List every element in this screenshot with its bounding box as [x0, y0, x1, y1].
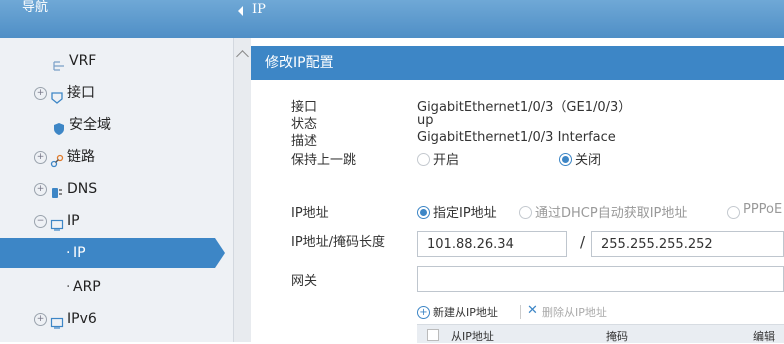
ip-static-radio[interactable] — [417, 206, 430, 219]
ip-pppoe-label: PPPoE — [743, 202, 783, 217]
sidebar-title: 导航 — [22, 0, 49, 15]
expand-icon[interactable]: + — [34, 87, 47, 100]
active-indicator — [215, 238, 225, 268]
gateway-input[interactable] — [417, 266, 784, 292]
add-icon[interactable]: + — [417, 306, 430, 319]
mask-separator: / — [580, 233, 586, 251]
sidebar-item-label: VRF — [69, 53, 97, 69]
collapse-sidebar-icon[interactable] — [238, 6, 243, 16]
sidebar-item-label: 链路 — [67, 149, 95, 165]
ip-dhcp-label: 通过DHCP自动获取IP地址 — [535, 206, 688, 221]
keep-on-radio[interactable] — [417, 153, 430, 166]
keep-on-label: 开启 — [433, 153, 460, 168]
delete-secondary-ip-button[interactable]: 删除从IP地址 — [542, 304, 607, 320]
vrf-icon — [52, 54, 66, 71]
sidebar-item-arp[interactable]: · ARP — [0, 272, 215, 302]
ip-static-label: 指定IP地址 — [433, 206, 497, 221]
ip-address-label: IP地址 — [291, 206, 329, 221]
description-value: GigabitEthernet1/0/3 Interface — [417, 130, 616, 145]
sidebar-item-label: IP — [67, 213, 80, 229]
sidebar-item-bullet: · — [66, 279, 71, 295]
add-secondary-ip-button[interactable]: 新建从IP地址 — [433, 304, 498, 320]
dns-icon — [50, 181, 64, 198]
sidebar-item-label: DNS — [67, 181, 98, 197]
sidebar-item-ip[interactable]: · IP — [0, 238, 225, 268]
delete-icon[interactable]: ✕ — [527, 303, 538, 318]
mask-input[interactable]: 255.255.255.252 — [591, 231, 784, 257]
dialog-body: 接口 GigabitEthernet1/0/3（GE1/0/3） 状态 up 描… — [251, 80, 784, 343]
gateway-label: 网关 — [291, 274, 318, 289]
description-label: 描述 — [291, 134, 318, 149]
dialog-header: 修改IP配置 — [251, 46, 784, 80]
sidebar-item-dns[interactable]: + DNS — [0, 174, 215, 204]
sidebar-item-link[interactable]: + 链路 — [0, 142, 215, 172]
select-all-checkbox[interactable] — [427, 329, 439, 341]
keep-off-label: 关闭 — [575, 153, 602, 168]
sidebar-item-label: IPv6 — [67, 311, 97, 327]
ipv6-icon — [50, 311, 64, 329]
expand-icon[interactable]: + — [34, 151, 47, 164]
ip-icon — [50, 213, 64, 231]
secondary-ip-table-header: 从IP地址 掩码 编辑 — [417, 324, 784, 343]
shield-icon — [52, 117, 66, 135]
sidebar-item-ipv6[interactable]: + IPv6 — [0, 304, 215, 334]
sidebar-item-label: IP — [73, 245, 86, 261]
page-title: IP — [252, 2, 266, 17]
status-value: up — [417, 113, 434, 128]
sidebar-item-label: ARP — [73, 279, 101, 295]
ip-pppoe-radio[interactable] — [727, 206, 740, 219]
dialog-title: 修改IP配置 — [265, 55, 334, 71]
sidebar-header: 导航 — [0, 0, 233, 38]
sidebar-scrollbar[interactable] — [233, 38, 251, 342]
ip-address-input[interactable]: 101.88.26.34 — [417, 231, 567, 257]
content-topbar: IP — [233, 0, 784, 38]
ip-mask-label: IP地址/掩码长度 — [291, 235, 386, 250]
interface-value: GigabitEthernet1/0/3（GE1/0/3） — [417, 100, 632, 115]
sidebar-item-ip-group[interactable]: − IP — [0, 206, 215, 236]
keep-nexthop-label: 保持上一跳 — [291, 153, 357, 168]
sidebar-item-label: 接口 — [67, 85, 95, 101]
keep-off-radio[interactable] — [559, 153, 572, 166]
sidebar-item-security-zone[interactable]: 安全域 — [0, 110, 215, 140]
expand-icon[interactable]: + — [34, 313, 47, 326]
expand-icon[interactable]: + — [34, 183, 47, 196]
sidebar-item-interface[interactable]: + 接口 — [0, 78, 215, 108]
link-icon — [50, 149, 64, 168]
expand-icon[interactable]: − — [34, 215, 47, 228]
sidebar-item-label: 安全域 — [69, 117, 111, 133]
sidebar-item-bullet: · — [66, 245, 71, 261]
toolbar-divider — [520, 305, 521, 319]
sidebar-item-vrf[interactable]: VRF — [0, 46, 215, 76]
ip-dhcp-radio[interactable] — [519, 206, 532, 219]
navigation-sidebar: 导航 VRF + 接口 安全域 + 链路 + DNS − IP · IP · A… — [0, 0, 234, 342]
interface-icon — [50, 85, 64, 104]
scroll-up-icon[interactable] — [236, 50, 249, 63]
